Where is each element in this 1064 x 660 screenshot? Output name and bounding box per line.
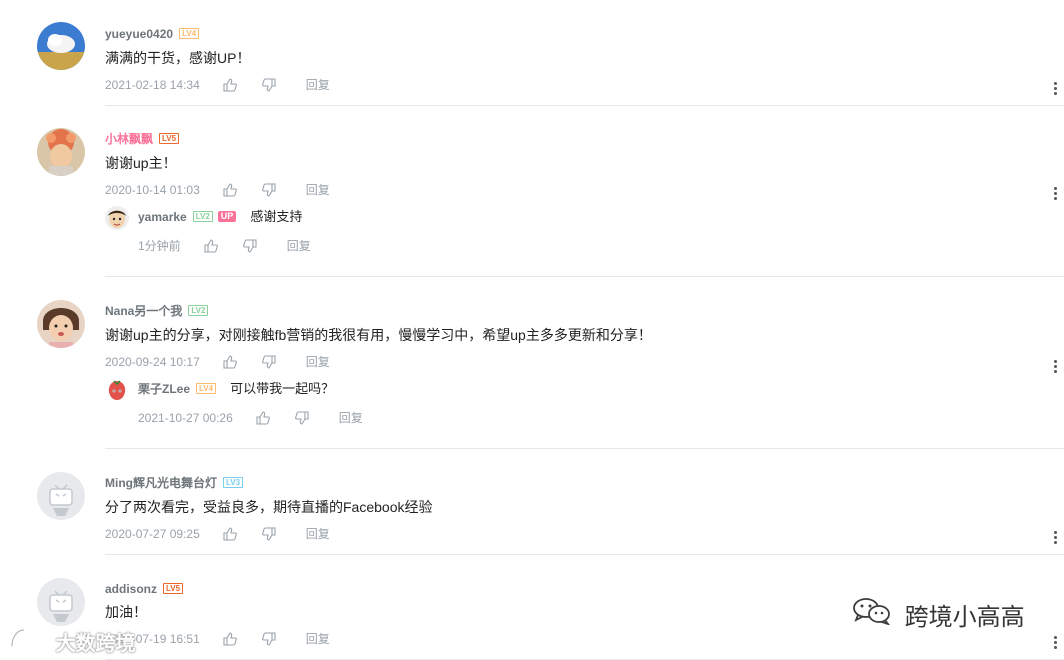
like-icon[interactable] — [223, 78, 237, 92]
more-options-icon[interactable] — [1052, 82, 1058, 98]
username[interactable]: Ming辉凡光电舞台灯 LV3 — [105, 475, 244, 491]
comment-meta: 2020-10-14 01:03 回复 — [105, 181, 330, 197]
timestamp: 2020-10-14 01:03 — [105, 182, 200, 197]
like-icon[interactable] — [256, 411, 270, 425]
dislike-icon[interactable] — [243, 239, 257, 253]
brand-logo-icon — [8, 626, 48, 656]
username-text[interactable]: addisonz — [105, 582, 157, 596]
username-text[interactable]: 栗子ZLee — [138, 382, 190, 396]
reply-username[interactable]: 栗子ZLee LV4 可以带我一起吗？ — [138, 381, 334, 397]
wechat-icon — [852, 597, 892, 632]
reply-button[interactable]: 回复 — [306, 182, 330, 198]
timestamp: 1分钟前 — [138, 238, 181, 253]
comment-text: 谢谢up主的分享，对刚接触fb营销的我很有用，慢慢学习中，希望up主多多更新和分… — [105, 327, 652, 343]
reply-button[interactable]: 回复 — [306, 631, 330, 647]
username[interactable]: addisonz LV5 — [105, 581, 184, 597]
timestamp: 2020-07-27 09:25 — [105, 526, 200, 541]
reply-text: 可以带我一起吗？ — [230, 381, 335, 396]
dislike-icon[interactable] — [262, 355, 276, 369]
reply-button[interactable]: 回复 — [339, 410, 363, 426]
comment-text: 加油！ — [105, 604, 147, 620]
dislike-icon[interactable] — [262, 183, 276, 197]
username-text[interactable]: Nana另一个我 — [105, 304, 182, 318]
avatar[interactable] — [37, 22, 85, 70]
more-options-icon[interactable] — [1052, 636, 1058, 652]
reply-button[interactable]: 回复 — [306, 77, 330, 93]
comment-text: 满满的干货，感谢UP！ — [105, 50, 251, 66]
level-badge: LV4 — [196, 383, 217, 394]
comment-meta: 2020-07-19 16:51 回复 — [105, 630, 330, 646]
avatar[interactable] — [37, 300, 85, 348]
watermark-right-text: 跨境小高高 — [904, 604, 1025, 631]
level-badge: LV5 — [163, 583, 184, 594]
reply-text: 感谢支持 — [250, 209, 303, 224]
more-options-icon[interactable] — [1052, 187, 1058, 203]
comment-meta: 2021-02-18 14:34 回复 — [105, 76, 330, 92]
like-icon[interactable] — [204, 239, 218, 253]
dislike-icon[interactable] — [262, 632, 276, 646]
watermark-left: 大数跨境 — [8, 626, 136, 656]
reply-meta: 1分钟前 回复 — [138, 237, 311, 253]
avatar[interactable] — [37, 472, 85, 520]
like-icon[interactable] — [223, 355, 237, 369]
username-text[interactable]: yamarke — [138, 210, 187, 224]
reply-button[interactable]: 回复 — [287, 238, 311, 254]
username-text[interactable]: yueyue0420 — [105, 27, 173, 41]
level-badge: LV4 — [179, 28, 200, 39]
more-options-icon[interactable] — [1052, 531, 1058, 547]
divider — [105, 105, 1064, 106]
dislike-icon[interactable] — [262, 78, 276, 92]
avatar[interactable] — [37, 578, 85, 626]
reply-avatar[interactable] — [105, 378, 129, 402]
divider — [105, 276, 1064, 277]
dislike-icon[interactable] — [295, 411, 309, 425]
level-badge: LV2 — [192, 211, 213, 222]
divider — [105, 554, 1064, 555]
like-icon[interactable] — [223, 632, 237, 646]
watermark-left-text: 大数跨境 — [55, 632, 136, 655]
avatar[interactable] — [37, 128, 85, 176]
reply-avatar[interactable] — [105, 206, 129, 230]
comment-text: 谢谢up主！ — [105, 155, 177, 171]
like-icon[interactable] — [223, 183, 237, 197]
level-badge: LV3 — [223, 477, 244, 488]
divider — [105, 448, 1064, 449]
timestamp: 2020-09-24 10:17 — [105, 354, 200, 369]
reply-button[interactable]: 回复 — [306, 354, 330, 370]
username[interactable]: Nana另一个我 LV2 — [105, 303, 209, 319]
up-badge: UP — [217, 211, 237, 222]
reply-meta: 2021-10-27 00:26 回复 — [138, 409, 363, 425]
dislike-icon[interactable] — [262, 527, 276, 541]
comment-meta: 2020-09-24 10:17 回复 — [105, 353, 330, 369]
username[interactable]: 小林飘飘 LV5 — [105, 131, 180, 147]
watermark-right: 跨境小高高 — [852, 597, 1025, 632]
timestamp: 2021-10-27 00:26 — [138, 410, 233, 425]
more-options-icon[interactable] — [1052, 360, 1058, 376]
level-badge: LV2 — [188, 305, 209, 316]
username-text[interactable]: Ming辉凡光电舞台灯 — [105, 476, 217, 490]
comment-meta: 2020-07-27 09:25 回复 — [105, 525, 330, 541]
username[interactable]: yueyue0420 LV4 — [105, 26, 200, 42]
level-badge: LV5 — [159, 133, 180, 144]
reply-button[interactable]: 回复 — [306, 526, 330, 542]
reply-username[interactable]: yamarke LV2 UP 感谢支持 — [138, 209, 302, 225]
comment-text: 分了两次看完，受益良多，期待直播的Facebook经验 — [105, 499, 433, 515]
comment-list: yueyue0420 LV4 满满的干货，感谢UP！ 2021-02-18 14:… — [0, 0, 1064, 660]
username-text[interactable]: 小林飘飘 — [105, 132, 153, 146]
like-icon[interactable] — [223, 527, 237, 541]
timestamp: 2021-02-18 14:34 — [105, 77, 200, 92]
